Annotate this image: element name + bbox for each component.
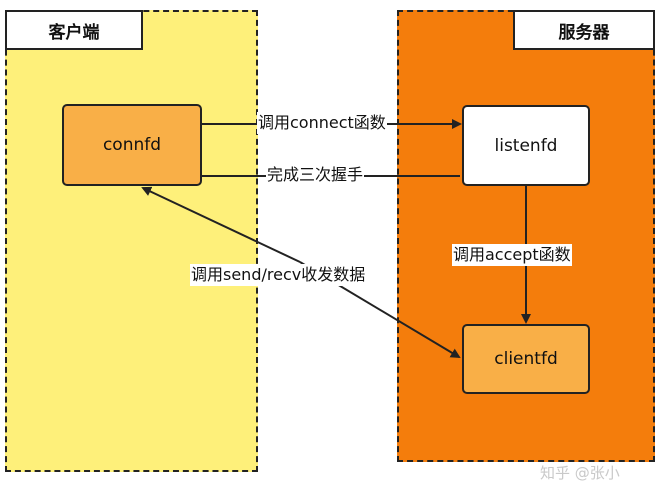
clientfd-node: clientfd — [462, 324, 590, 394]
listenfd-node: listenfd — [462, 105, 590, 186]
watermark: 知乎 @张小 — [540, 464, 620, 482]
connect-label: 调用connect函数 — [257, 112, 387, 134]
handshake-label: 完成三次握手 — [266, 164, 365, 186]
connfd-node: connfd — [62, 104, 202, 186]
sendrecv-arrow-to-connfd — [141, 186, 301, 263]
sendrecv-label: 调用send/recv收发数据 — [190, 264, 367, 286]
connection-arrows — [141, 119, 531, 359]
accept-label: 调用accept函数 — [452, 244, 572, 266]
